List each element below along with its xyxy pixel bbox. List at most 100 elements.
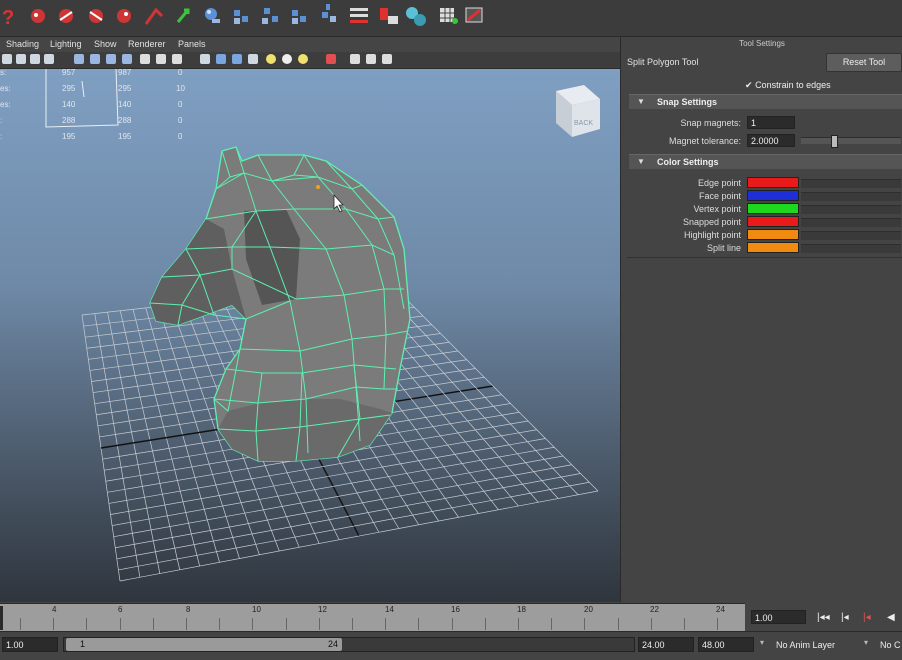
menu-panels[interactable]: Panels [178,39,206,49]
film-gate-icon[interactable] [90,54,100,64]
end-time-field[interactable]: 24.00 [638,637,694,652]
highlight-point-swatch[interactable] [747,229,799,240]
grid-toggle-icon[interactable] [74,54,84,64]
hud-outline [45,69,119,128]
split-line-slider[interactable] [801,244,901,253]
resolution-gate-icon[interactable] [106,54,116,64]
wireframe-on-shaded-icon[interactable] [232,54,242,64]
perspective-viewport[interactable]: s: 957 987 0 es: 295 295 10 es: 140 140 … [0,69,620,602]
paint-weights-icon[interactable] [380,8,398,24]
edge-point-swatch[interactable] [747,177,799,188]
step-back-icon[interactable]: |◂ [841,612,849,623]
slider-handle[interactable] [831,135,838,148]
joint-icon[interactable] [262,8,278,24]
range-slider-handle[interactable]: 1 24 [66,638,342,651]
time-slider[interactable]: 4 6 8 10 12 14 16 18 20 22 24 [0,603,785,631]
default-lighting-icon[interactable] [266,54,276,64]
panel-title: Tool Settings [739,39,785,48]
menu-renderer[interactable]: Renderer [128,39,166,49]
magnet-tolerance-slider[interactable] [801,135,901,148]
hud-row: es: 295 295 10 [0,84,185,93]
menu-shading[interactable]: Shading [6,39,39,49]
animation-icon[interactable] [89,9,103,23]
shelf-icons: ? [2,4,483,29]
all-lights-icon[interactable] [282,54,292,64]
current-time-marker[interactable] [0,606,3,630]
xray-components-icon[interactable] [382,54,392,64]
dropdown-arrow-icon[interactable]: ▾ [864,638,868,647]
sphere-icon[interactable] [205,8,220,23]
time-tick-label: 22 [650,605,659,614]
xray-icon[interactable] [350,54,360,64]
animation-icon[interactable] [117,9,131,23]
select-camera-icon[interactable] [2,54,12,64]
ik-handle-icon[interactable] [144,7,164,25]
time-tick [318,618,320,630]
shadows-icon[interactable] [298,54,308,64]
joint-icon[interactable] [322,4,336,22]
character-set-selector[interactable]: No C [880,640,901,650]
menu-show[interactable]: Show [94,39,117,49]
hud-value: 288 [118,116,132,125]
face-point-slider[interactable] [801,192,901,201]
textured-icon[interactable] [248,54,258,64]
split-line-swatch[interactable] [747,242,799,253]
step-back-key-icon[interactable]: |◂ [863,612,871,623]
menu-lighting[interactable]: Lighting [50,39,82,49]
safe-action-icon[interactable] [156,54,166,64]
camera-attributes-icon[interactable] [16,54,26,64]
anim-end-time-field[interactable]: 48.00 [698,637,754,652]
face-point-swatch[interactable] [747,190,799,201]
time-tick [53,618,55,630]
anim-layer-selector[interactable]: No Anim Layer [776,640,835,650]
highlight-point-slider[interactable] [801,231,901,240]
highlight-point-label: Highlight point [683,230,741,240]
smooth-shade-icon[interactable] [216,54,226,64]
wrap-icon[interactable] [406,7,426,26]
animation-icon[interactable] [59,9,73,23]
snapped-point-slider[interactable] [801,218,901,227]
vertex-point-swatch[interactable] [747,203,799,214]
safe-title-icon[interactable] [172,54,182,64]
grid-line [115,464,572,549]
animation-icon[interactable] [31,9,45,23]
hud-value: 295 [118,84,132,93]
play-backwards-icon[interactable]: ◀ [887,612,895,623]
range-slider-bar: 1.00 1 24 24.00 48.00 ▾ No Anim Layer ▾ … [0,631,902,660]
xray-joints-icon[interactable] [366,54,376,64]
current-frame-field[interactable]: 1.00 [751,610,806,624]
move-arrow-icon[interactable] [176,8,190,23]
time-tick [484,618,486,630]
bookmark-icon[interactable] [30,54,40,64]
brush-icon[interactable] [465,7,483,23]
edge-point-slider[interactable] [801,179,901,188]
time-tick [584,618,586,630]
time-tick [717,618,719,630]
snap-magnets-field[interactable]: 1 [747,116,795,129]
horse-head-mesh[interactable] [149,146,411,462]
view-cube[interactable]: BACK [556,85,600,137]
snap-settings-header[interactable]: ▼ Snap Settings [629,94,902,109]
joint-icon[interactable] [292,10,306,24]
go-to-start-icon[interactable]: |◂◂ [817,612,830,623]
gate-mask-icon[interactable] [122,54,132,64]
reset-tool-button[interactable]: Reset Tool [826,53,902,72]
isolate-select-icon[interactable] [326,54,336,64]
field-chart-icon[interactable] [140,54,150,64]
list-icon[interactable] [350,8,368,23]
viewport-toolbar [0,52,620,69]
start-time-field[interactable]: 1.00 [2,637,58,652]
joint-icon[interactable] [234,10,248,24]
grid-icon[interactable] [440,8,458,24]
question-icon[interactable]: ? [2,7,14,29]
time-tick [418,618,420,630]
dropdown-arrow-icon[interactable]: ▾ [760,638,764,647]
snapped-point-swatch[interactable] [747,216,799,227]
color-settings-header[interactable]: ▼ Color Settings [629,154,902,169]
vertex-point-label: Vertex point [693,204,741,214]
vertex-point-slider[interactable] [801,205,901,214]
wireframe-icon[interactable] [200,54,210,64]
image-plane-icon[interactable] [44,54,54,64]
magnet-tolerance-field[interactable]: 2.0000 [747,134,795,147]
constrain-to-edges-checkbox[interactable]: ✔ Constrain to edges [745,80,831,91]
